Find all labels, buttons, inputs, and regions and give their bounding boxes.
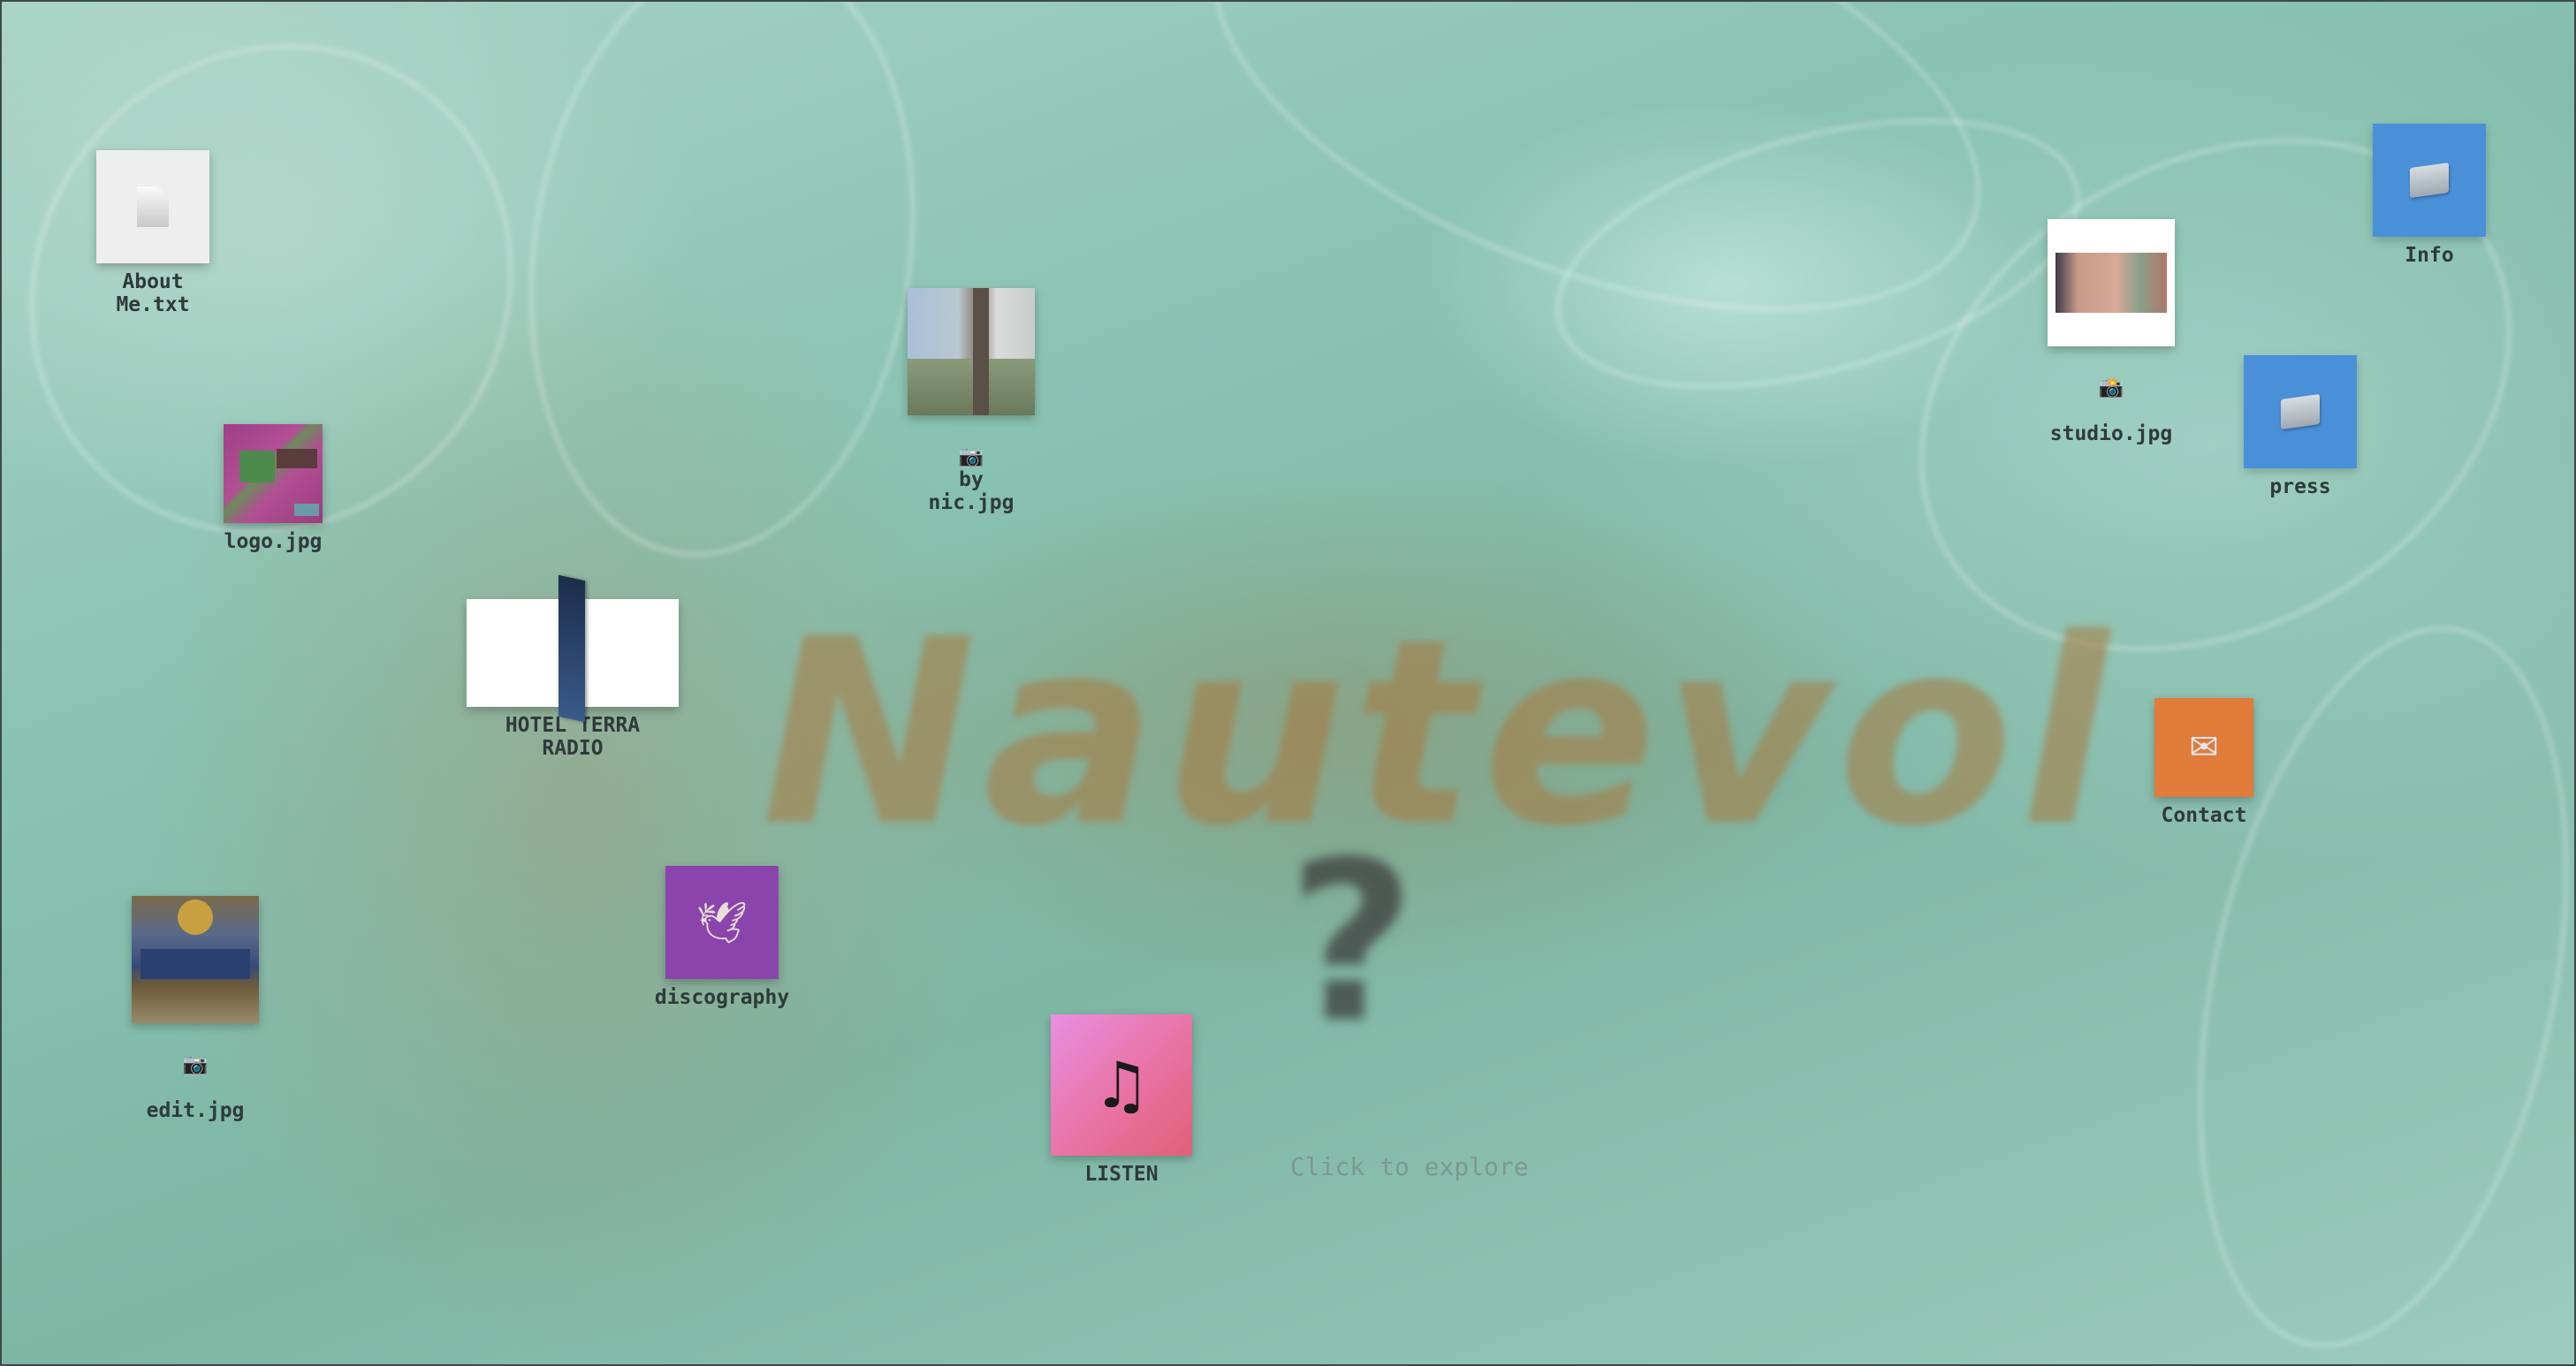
hotel-terra-radio-label: HOTEL TERRA RADIO xyxy=(505,714,641,760)
logo-icon[interactable]: logo.jpg xyxy=(214,424,332,553)
camera-icon: 📷 xyxy=(958,445,984,468)
discography-icon[interactable]: 🕊 discography xyxy=(654,866,790,1009)
logo-label: logo.jpg xyxy=(224,530,323,553)
listen-label: LISTEN xyxy=(1084,1163,1159,1186)
edit-jpg-icon[interactable]: 📷 edit.jpg xyxy=(131,896,260,1122)
logo-thumbnail xyxy=(224,424,323,523)
camera-icon: 📷 xyxy=(182,1053,209,1076)
edit-thumbnail xyxy=(132,896,259,1023)
by-nic-icon[interactable]: 📷 by nic.jpg xyxy=(907,288,1036,514)
contact-icon[interactable]: ✉ Contact xyxy=(2154,698,2253,827)
press-label: press xyxy=(2269,475,2331,498)
about-me-icon[interactable]: About Me.txt xyxy=(94,150,212,316)
edit-jpg-label: 📷 edit.jpg xyxy=(146,1053,245,1122)
camera-flash-icon: 📸 xyxy=(2098,376,2124,399)
hotel-terra-radio-icon[interactable]: HOTEL TERRA RADIO xyxy=(467,574,679,760)
by-nic-thumbnail xyxy=(908,288,1035,415)
folder-icon xyxy=(2373,124,2486,237)
studio-thumbnail xyxy=(2048,219,2175,346)
explore-hint: Click to explore xyxy=(1290,1152,1529,1181)
studio-jpg-icon[interactable]: 📸 studio.jpg xyxy=(2047,219,2176,445)
mail-icon: ✉ xyxy=(2154,698,2253,797)
press-folder-icon[interactable]: press xyxy=(2243,355,2358,498)
studio-jpg-label: 📸 studio.jpg xyxy=(2049,376,2173,445)
info-label: Info xyxy=(2405,244,2454,267)
discography-label: discography xyxy=(654,986,790,1009)
music-note-icon: ♫ xyxy=(1051,1014,1192,1156)
water-ripple xyxy=(491,2,953,582)
desktop: Nautevol ? Click to explore About Me.txt… xyxy=(0,0,2576,1366)
dove-icon: 🕊 xyxy=(665,866,779,979)
document-icon xyxy=(96,150,209,263)
listen-icon[interactable]: ♫ LISTEN xyxy=(1050,1014,1193,1186)
brand-wordmark: Nautevol xyxy=(762,585,2116,883)
mystery-question-mark[interactable]: ? xyxy=(1288,832,1416,1053)
about-me-label: About Me.txt xyxy=(116,270,190,316)
by-nic-label: 📷 by nic.jpg xyxy=(928,445,1014,514)
folder-icon xyxy=(2244,355,2357,468)
info-folder-icon[interactable]: Info xyxy=(2372,124,2487,267)
contact-label: Contact xyxy=(2161,804,2247,827)
video-thumbnail xyxy=(467,574,679,723)
